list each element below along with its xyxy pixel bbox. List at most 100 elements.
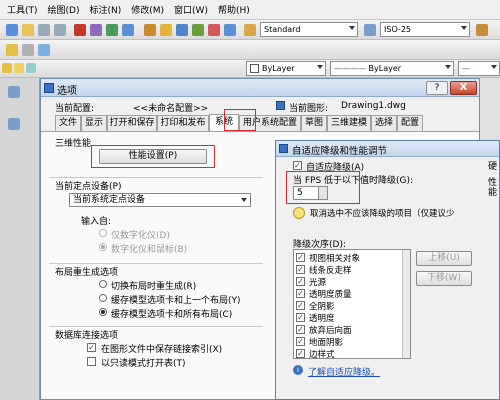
lock-icon[interactable] bbox=[26, 63, 36, 73]
tool-palette-icon[interactable] bbox=[176, 24, 188, 36]
menu-modify[interactable]: 修改(M) bbox=[126, 3, 169, 16]
list-item-checkbox[interactable]: ✓ bbox=[296, 253, 305, 262]
radio-digitizer-only[interactable] bbox=[99, 229, 107, 237]
tab-files[interactable]: 文件 bbox=[55, 115, 81, 131]
current-drawing-label: 当前图形: bbox=[289, 104, 329, 114]
perf-group-label: 三维性能 bbox=[55, 139, 92, 149]
sheet-set-icon[interactable] bbox=[192, 24, 204, 36]
zoom-realtime-icon[interactable] bbox=[90, 24, 102, 36]
current-profile-label: 当前配置: bbox=[55, 104, 95, 114]
tab-plot-publish[interactable]: 打印和发布 bbox=[157, 115, 209, 131]
list-item-checkbox[interactable]: ✓ bbox=[296, 277, 305, 286]
properties-icon[interactable] bbox=[144, 24, 156, 36]
app-icon bbox=[279, 144, 288, 153]
learn-adaptive-link[interactable]: 了解自适应降级。 bbox=[308, 365, 380, 378]
list-item-checkbox[interactable]: ✓ bbox=[296, 301, 305, 310]
layer-prev-icon[interactable] bbox=[38, 44, 50, 56]
adaptive-degradation-dialog: 自适应降级和性能调节 ✓ 自适应降级(A) 当 FPS 低于以下值时降级(G):… bbox=[275, 140, 500, 400]
adaptive-dialog-title: 自适应降级和性能调节 bbox=[292, 146, 388, 157]
adaptive-degradation-checkbox[interactable]: ✓ bbox=[293, 161, 302, 170]
menu-bar: 工具(T) 绘图(D) 标注(N) 修改(M) 窗口(W) 帮助(H) bbox=[0, 0, 500, 20]
current-drawing-value: Drawing1.dwg bbox=[341, 101, 406, 111]
radio-regen-cache-last[interactable] bbox=[99, 294, 107, 302]
undo-icon[interactable] bbox=[38, 24, 50, 36]
line-icon[interactable] bbox=[8, 86, 20, 98]
menu-window[interactable]: 窗口(W) bbox=[169, 3, 213, 16]
tab-selection[interactable]: 选择 bbox=[371, 115, 397, 131]
app-icon bbox=[44, 83, 54, 93]
db-readonly-checkbox[interactable] bbox=[87, 357, 96, 366]
db-divider bbox=[49, 326, 263, 327]
tab-drafting[interactable]: 草图 bbox=[301, 115, 327, 131]
table-style-icon bbox=[476, 24, 488, 36]
list-scrollbar[interactable] bbox=[402, 250, 410, 358]
regen-divider bbox=[49, 263, 263, 264]
degradation-order-list[interactable]: ✓ 视图相关对象 ✓ 线条反走样 ✓ 光源 ✓ 透明度质量 ✓ 全阴影 ✓ 透明度 ✓ 放弃后… bbox=[293, 249, 411, 360]
layers-toolbar bbox=[0, 40, 500, 60]
tab-3d-modeling[interactable]: 三维建模 bbox=[327, 115, 371, 131]
zoom-previous-icon[interactable] bbox=[122, 24, 134, 36]
dim-style-icon bbox=[364, 24, 376, 36]
move-up-button[interactable]: 上移(U) bbox=[416, 251, 472, 266]
radio-regen-cache-all[interactable] bbox=[99, 308, 107, 316]
highlight-performance-button bbox=[91, 145, 215, 168]
highlight-fps bbox=[286, 171, 360, 204]
db-readonly-label: 以只读模式打开表(T) bbox=[101, 359, 186, 369]
lightbulb-icon bbox=[293, 207, 305, 219]
right-partial-text-3: 能 bbox=[488, 188, 498, 198]
radio-digitizer-only-label: 仅数字化仪(D) bbox=[111, 231, 170, 241]
lineweight-combo[interactable]: — bbox=[458, 61, 500, 76]
radio-digitizer-mouse[interactable] bbox=[99, 243, 107, 251]
list-item-checkbox[interactable]: ✓ bbox=[296, 349, 305, 358]
menu-dimension[interactable]: 标注(N) bbox=[84, 3, 126, 16]
help-button[interactable]: ? bbox=[426, 81, 448, 95]
pointing-device-select[interactable]: 当前系统定点设备 bbox=[69, 193, 251, 207]
calculator-icon[interactable] bbox=[224, 24, 236, 36]
list-item-checkbox[interactable]: ✓ bbox=[296, 313, 305, 322]
sun-icon[interactable] bbox=[14, 63, 24, 73]
bulb-icon[interactable] bbox=[2, 63, 12, 73]
db-save-link-index-checkbox[interactable]: ✓ bbox=[87, 343, 96, 352]
markup-icon[interactable] bbox=[208, 24, 220, 36]
close-button[interactable]: X bbox=[450, 81, 477, 95]
list-item-checkbox[interactable]: ✓ bbox=[296, 337, 305, 346]
left-toolbar bbox=[0, 78, 40, 400]
radio-regen-switch[interactable] bbox=[99, 280, 107, 288]
text-style-combo[interactable]: Standard bbox=[260, 22, 358, 37]
list-item-checkbox[interactable]: ✓ bbox=[296, 325, 305, 334]
dialog-title: 选项 bbox=[57, 86, 77, 97]
highlight-system-tab bbox=[224, 109, 256, 131]
dim-style-combo[interactable]: ISO-25 bbox=[380, 22, 470, 37]
pan-icon[interactable] bbox=[74, 24, 86, 36]
radio-digitizer-mouse-label: 数字化仪和鼠标(B) bbox=[111, 245, 188, 255]
open-icon[interactable] bbox=[22, 24, 34, 36]
tab-open-save[interactable]: 打开和保存 bbox=[107, 115, 157, 131]
regen-group-label: 布局重生成选项 bbox=[55, 268, 119, 278]
menu-draw[interactable]: 绘图(D) bbox=[43, 3, 85, 16]
pointing-divider bbox=[49, 177, 263, 178]
options-dialog-titlebar: 选项 ? X bbox=[41, 79, 479, 97]
info-icon: i bbox=[293, 365, 303, 375]
radio-regen-cache-last-label: 缓存模型选项卡和上一个布局(Y) bbox=[111, 296, 241, 306]
db-group-label: 数据库连接选项 bbox=[55, 331, 119, 341]
move-down-button[interactable]: 下移(W) bbox=[416, 271, 472, 286]
tab-display[interactable]: 显示 bbox=[81, 115, 107, 131]
redo-icon[interactable] bbox=[54, 24, 66, 36]
layer-manager-icon[interactable] bbox=[6, 44, 18, 56]
radio-regen-cache-all-label: 缓存模型选项卡和所有布局(C) bbox=[111, 310, 233, 320]
layer-state-icon[interactable] bbox=[22, 44, 34, 56]
linetype-combo[interactable]: ———— ByLayer bbox=[330, 61, 454, 76]
design-center-icon[interactable] bbox=[160, 24, 172, 36]
new-icon[interactable] bbox=[6, 24, 18, 36]
tab-profiles[interactable]: 配置 bbox=[397, 115, 423, 131]
list-item-checkbox[interactable]: ✓ bbox=[296, 265, 305, 274]
polyline-icon[interactable] bbox=[8, 118, 20, 130]
degradation-tip: 取消选中不应该降级的项目（仅建议少 bbox=[310, 209, 455, 219]
menu-tools[interactable]: 工具(T) bbox=[2, 3, 43, 16]
standard-toolbar: Standard ISO-25 bbox=[0, 20, 500, 40]
list-item-checkbox[interactable]: ✓ bbox=[296, 289, 305, 298]
color-combo[interactable]: ByLayer bbox=[246, 61, 326, 76]
menu-help[interactable]: 帮助(H) bbox=[213, 3, 255, 16]
zoom-window-icon[interactable] bbox=[106, 24, 118, 36]
